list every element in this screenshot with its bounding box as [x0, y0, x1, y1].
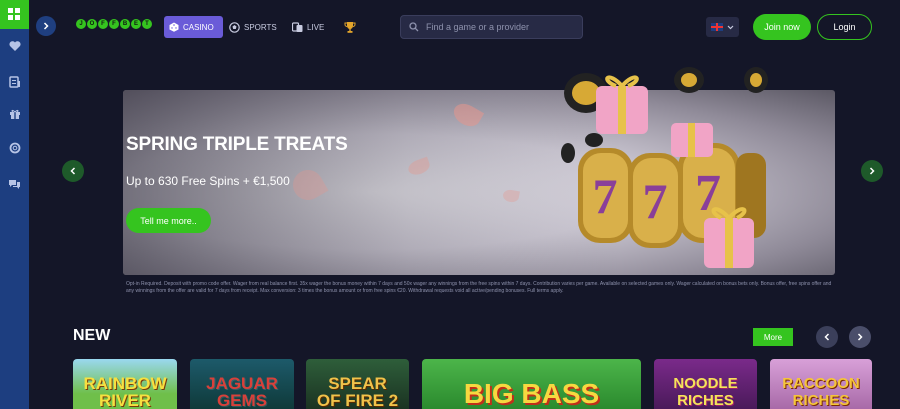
search-bar[interactable] — [400, 15, 583, 39]
chevron-left-icon — [70, 167, 76, 175]
svg-text:7: 7 — [593, 168, 618, 224]
game-title-line2: OF FIRE 2 — [316, 391, 399, 409]
banner-next-button[interactable] — [861, 160, 883, 182]
game-tile-spear-of-fire-2[interactable]: SPEAR OF FIRE 2 — [306, 359, 409, 409]
banner-prev-button[interactable] — [62, 160, 84, 182]
casino-chip-icon — [561, 67, 768, 163]
banner-subtitle: Up to 630 Free Spins + €1,500 — [126, 174, 290, 188]
game-tile-big-bass[interactable]: BIG BASS — [422, 359, 641, 409]
chevron-right-icon — [869, 167, 875, 175]
logo-letter: J — [76, 19, 86, 29]
banner-terms-text: Opt-in Required. Deposit with promo code… — [126, 281, 832, 294]
search-icon — [409, 22, 419, 32]
games-next-button[interactable] — [849, 326, 871, 348]
tell-me-more-button[interactable]: Tell me more.. — [126, 208, 211, 233]
login-button[interactable]: Login — [817, 14, 872, 40]
game-title-line2: GEMS — [216, 391, 268, 409]
language-selector[interactable] — [706, 17, 739, 37]
game-title-line1: SPEAR — [328, 374, 387, 393]
trophy-button[interactable] — [344, 16, 356, 38]
menu-grid-icon[interactable] — [0, 0, 29, 29]
game-title-line2: RIVER — [99, 391, 151, 409]
game-title-line1: BIG BASS — [463, 378, 600, 409]
game-title-line1: RAINBOW — [83, 374, 167, 393]
tab-live[interactable]: LIVE — [292, 16, 324, 38]
football-icon — [229, 21, 240, 33]
chevron-right-icon — [857, 333, 863, 341]
search-input[interactable] — [426, 22, 576, 32]
logo-letter: T — [142, 19, 152, 29]
trophy-icon — [344, 21, 356, 33]
receipt-icon[interactable] — [0, 71, 29, 93]
game-tile-raccoon-riches[interactable]: RACCOON RICHES — [770, 359, 872, 409]
lifebuoy-icon[interactable] — [0, 137, 29, 159]
logo-letter: F — [98, 19, 108, 29]
heart-icon[interactable] — [0, 35, 29, 57]
game-title-line1: JAGUAR — [206, 374, 278, 393]
game-tile-jaguar-gems[interactable]: JAGUAR GEMS — [190, 359, 294, 409]
game-title-line1: NOODLE — [673, 375, 738, 392]
section-title-new: NEW — [73, 327, 111, 344]
gift-icon[interactable] — [0, 103, 29, 125]
game-title-line1: RACCOON — [782, 375, 860, 392]
logo-letter: F — [109, 19, 119, 29]
game-tile-rainbow-river[interactable]: RAINBOW RIVER — [73, 359, 177, 409]
slot-reels-illustration: 7 7 7 — [561, 67, 768, 268]
game-title-line2: RICHES — [677, 392, 734, 409]
live-cards-icon — [292, 21, 303, 32]
game-tile-noodle-riches[interactable]: NOODLE RICHES — [654, 359, 757, 409]
games-prev-button[interactable] — [816, 326, 838, 348]
dice-icon — [169, 22, 179, 32]
tab-casino-label: CASINO — [183, 22, 214, 32]
chevron-down-icon — [727, 25, 734, 29]
logo-letter: E — [131, 19, 141, 29]
more-button[interactable]: More — [753, 328, 793, 346]
logo-letter: B — [120, 19, 130, 29]
uk-flag-icon — [711, 23, 723, 31]
chat-icon[interactable] — [0, 173, 29, 195]
svg-text:7: 7 — [643, 173, 668, 229]
tab-sports[interactable]: SPORTS — [229, 16, 277, 38]
sidebar-expand-button[interactable] — [36, 16, 56, 36]
join-now-button[interactable]: Join now — [753, 14, 811, 40]
game-title-line2: RICHES — [792, 392, 850, 409]
banner-title: SPRING TRIPLE TREATS — [126, 134, 348, 155]
chevron-left-icon — [824, 333, 830, 341]
brand-logo[interactable]: JOFFBET — [76, 19, 152, 33]
tab-live-label: LIVE — [307, 22, 325, 32]
left-sidebar — [0, 0, 29, 409]
tab-casino[interactable]: CASINO — [164, 16, 223, 38]
tab-sports-label: SPORTS — [244, 22, 277, 32]
chevron-right-icon — [43, 22, 49, 30]
logo-letter: O — [87, 19, 97, 29]
